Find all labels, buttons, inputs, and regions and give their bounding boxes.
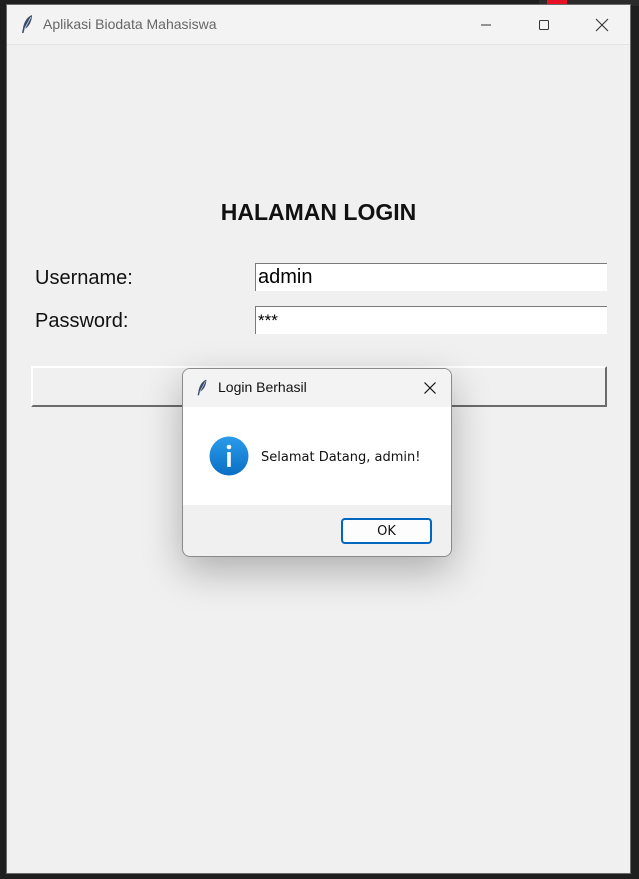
dialog-message: Selamat Datang, admin! — [261, 450, 421, 465]
feather-icon — [19, 14, 35, 34]
message-dialog: Login Berhasil Selamat Datang, admin! OK — [182, 368, 452, 557]
maximize-icon — [539, 19, 549, 30]
close-icon — [424, 382, 436, 394]
dialog-title-bar[interactable]: Login Berhasil — [183, 369, 451, 407]
password-label: Password: — [35, 310, 129, 332]
info-icon — [209, 436, 249, 476]
dialog-close-button[interactable] — [417, 377, 443, 399]
password-input[interactable] — [255, 306, 607, 334]
window-title: Aplikasi Biodata Mahasiswa — [43, 16, 217, 32]
feather-icon — [195, 378, 209, 397]
close-icon — [595, 18, 609, 31]
minimize-icon — [481, 24, 491, 25]
username-input[interactable] — [255, 263, 607, 291]
ok-button[interactable]: OK — [341, 518, 432, 544]
minimize-button[interactable] — [457, 5, 515, 44]
dialog-title: Login Berhasil — [218, 379, 307, 395]
dialog-body: Selamat Datang, admin! — [183, 407, 451, 505]
maximize-button[interactable] — [515, 5, 573, 44]
title-bar[interactable]: Aplikasi Biodata Mahasiswa — [7, 5, 630, 45]
close-button[interactable] — [573, 5, 631, 44]
page-title: HALAMAN LOGIN — [220, 199, 417, 225]
username-label: Username: — [35, 267, 133, 289]
